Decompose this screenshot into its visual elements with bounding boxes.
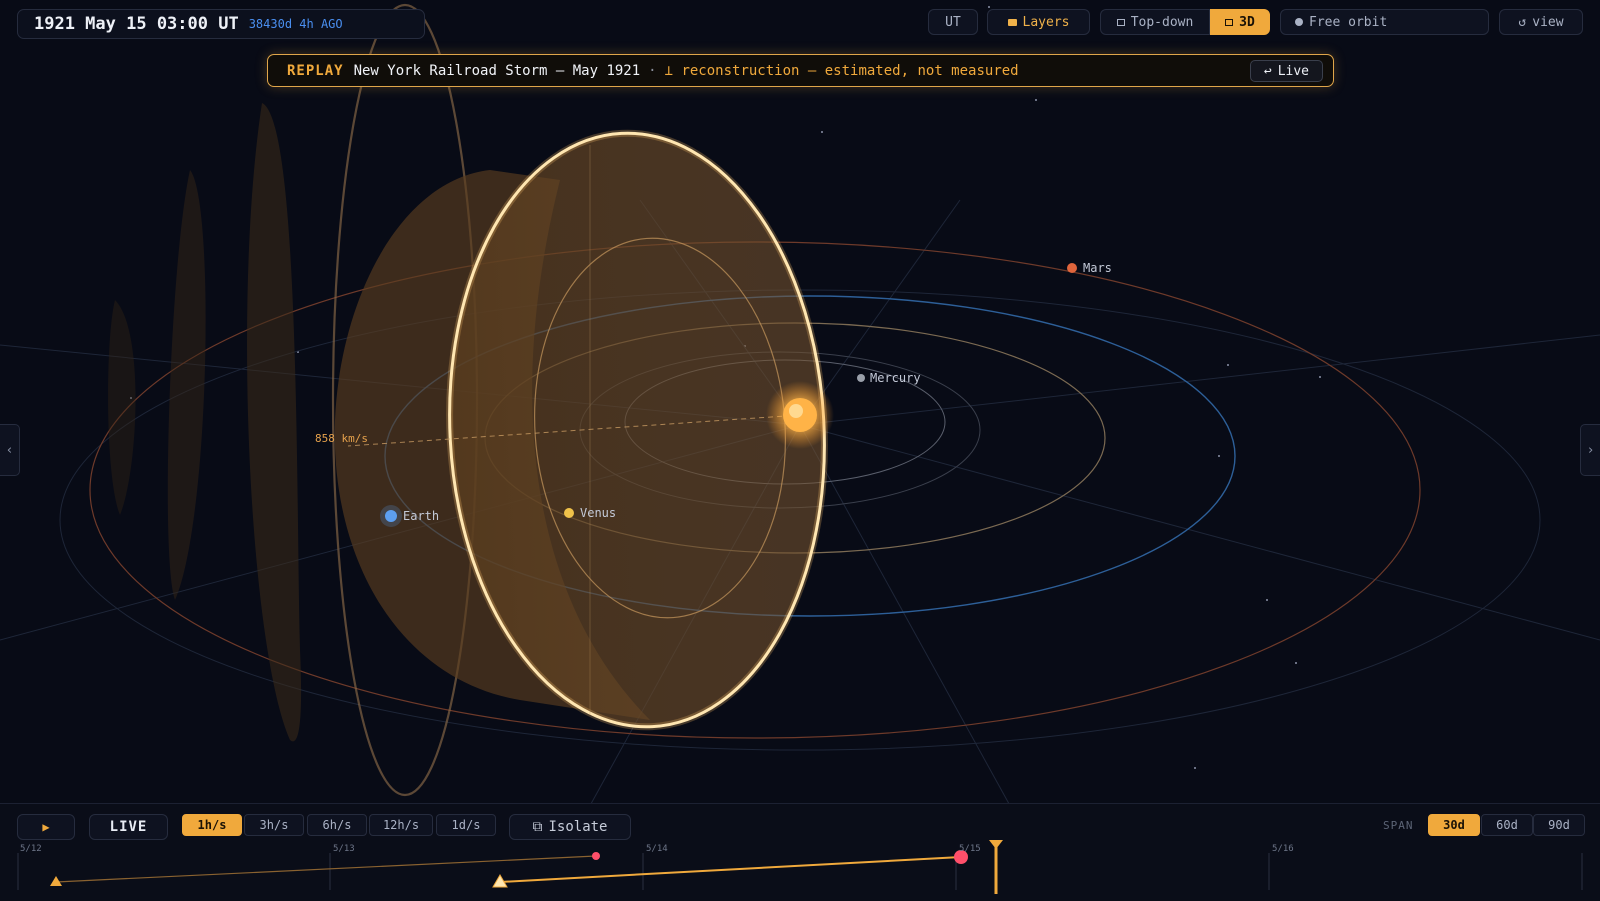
cube-icon [1225, 18, 1234, 26]
planet-label-venus: Venus [580, 506, 617, 520]
reset-view-button[interactable]: ↺ view [1499, 9, 1583, 35]
earth-marker[interactable] [385, 510, 397, 522]
mars-marker[interactable] [1067, 263, 1077, 273]
chevron-left-icon: ‹ [5, 442, 14, 458]
cme-marker-1 [50, 876, 62, 886]
layers-icon [1007, 18, 1017, 26]
tick-label: 5/13 [333, 844, 355, 854]
planet-label-earth: Earth [403, 509, 440, 523]
chevron-right-icon: › [1586, 442, 1595, 458]
return-arrow-icon: ↩ [1263, 63, 1272, 79]
tick-label: 5/14 [646, 844, 668, 854]
replay-tag: REPLAY [287, 62, 344, 79]
venus-marker[interactable] [564, 508, 574, 518]
playback-bar: ▶ LIVE 1h/s 3h/s 6h/s 12h/s 1d/s ⧉ Isola… [0, 803, 1600, 901]
top-down-view-button[interactable]: Top-down [1100, 9, 1210, 35]
playhead-handle [989, 840, 1003, 849]
event-link-2 [499, 856, 962, 883]
event-link-1 [55, 855, 597, 883]
tick-label: 5/16 [1272, 844, 1294, 854]
solar-system-view[interactable] [0, 0, 1600, 900]
impact-marker-1 [592, 852, 600, 860]
mercury-marker[interactable] [857, 374, 865, 382]
planet-label-mars: Mars [1083, 261, 1112, 275]
return-live-button[interactable]: ↩ Live [1249, 60, 1323, 82]
orbit-mode-select[interactable]: Free orbit [1280, 9, 1489, 35]
event-title: New York Railroad Storm — May 1921 [353, 62, 641, 79]
time-ago: 38430d 4h AGO [248, 17, 343, 31]
top-down-icon [1116, 18, 1125, 26]
banner-separator: · [648, 62, 657, 79]
time-readout: 1921 May 15 03:00 UT 38430d 4h AGO [17, 9, 425, 39]
layers-button[interactable]: Layers [987, 9, 1090, 35]
current-time: 1921 May 15 03:00 UT [34, 14, 239, 34]
tick-label: 5/15 [959, 844, 981, 854]
event-timeline[interactable] [0, 804, 1600, 901]
planet-label-mercury: Mercury [870, 371, 921, 385]
right-panel-toggle[interactable]: › [1580, 424, 1600, 476]
ut-button[interactable]: UT [928, 9, 978, 35]
left-panel-toggle[interactable]: ‹ [0, 424, 20, 476]
tick-label: 5/12 [20, 844, 42, 854]
reset-view-icon: ↺ [1518, 14, 1527, 30]
reconstruction-note: ⊥ reconstruction — estimated, not measur… [664, 62, 1019, 79]
orbit-dot-icon [1295, 18, 1303, 26]
sun-icon[interactable] [766, 381, 834, 449]
cme-speed-label: 858 km/s [315, 432, 368, 445]
3d-view-button[interactable]: 3D [1210, 9, 1270, 35]
replay-banner: REPLAY New York Railroad Storm — May 192… [267, 54, 1334, 87]
